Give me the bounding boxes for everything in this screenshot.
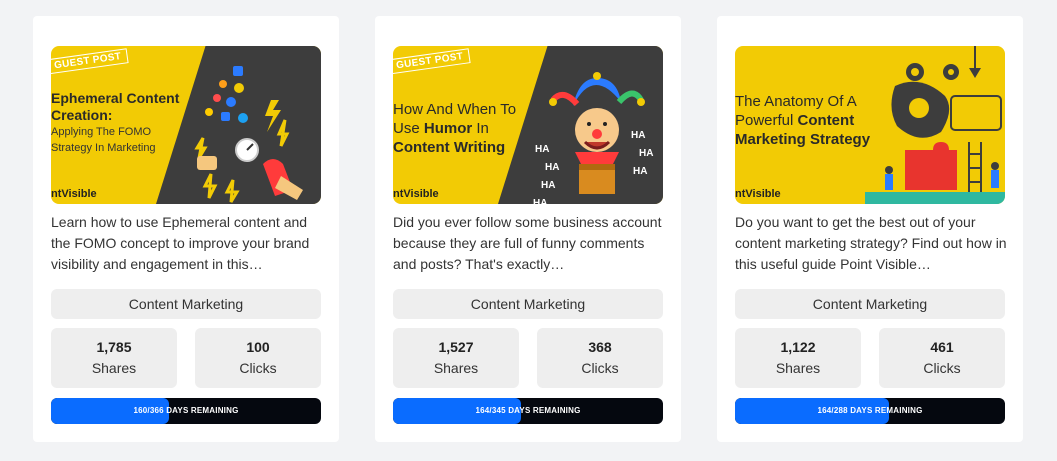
progress-text: 164/288 DAYS REMAINING xyxy=(817,406,923,415)
article-thumbnail[interactable]: The Anatomy Of A Powerful Content Market… xyxy=(735,46,1005,204)
guest-post-tag: GUEST POST xyxy=(51,48,130,75)
category-chip[interactable]: Content Marketing xyxy=(393,289,663,319)
jester-illustration-icon: HA HA HA HA HA HA HA xyxy=(533,72,653,204)
clicks-label: Clicks xyxy=(923,360,961,376)
thumbnail-headline: How And When To Use Humor In Content Wri… xyxy=(393,100,533,157)
clicks-label: Clicks xyxy=(239,360,277,376)
laugh-text: HA xyxy=(533,198,547,204)
puzzle-gears-illustration-icon xyxy=(865,46,1005,204)
laugh-text: HA xyxy=(631,130,645,141)
days-remaining-progress: 160/366 DAYS REMAINING xyxy=(51,398,321,424)
days-remaining-progress: 164/345 DAYS REMAINING xyxy=(393,398,663,424)
category-chip[interactable]: Content Marketing xyxy=(51,289,321,319)
laugh-text: HA xyxy=(535,144,549,155)
article-description: Learn how to use Ephemeral content and t… xyxy=(51,214,310,272)
laugh-text: HA xyxy=(639,148,653,159)
shares-stat: 1,122 Shares xyxy=(735,328,861,388)
clicks-count: 461 xyxy=(930,339,954,355)
article-description: Did you ever follow some business accoun… xyxy=(393,214,662,272)
brand-logo: ntVisible xyxy=(735,188,781,200)
headline-mid: In xyxy=(476,120,489,137)
shares-count: 1,122 xyxy=(780,339,816,355)
headline-rest: Applying The FOMO Strategy In Marketing xyxy=(51,126,156,154)
thumbnail-headline: The Anatomy Of A Powerful Content Market… xyxy=(735,92,885,149)
clicks-stat: 461 Clicks xyxy=(879,328,1005,388)
shares-stat: 1,785 Shares xyxy=(51,328,177,388)
headline-bold: Ephemeral Content Creation: xyxy=(51,90,180,123)
shares-count: 1,785 xyxy=(96,339,132,355)
article-description: Do you want to get the best out of your … xyxy=(735,214,1007,272)
article-thumbnail[interactable]: GUEST POST Ephemeral Content Creation: A… xyxy=(51,46,321,204)
clicks-stat: 368 Clicks xyxy=(537,328,663,388)
article-card[interactable]: GUEST POST Ephemeral Content Creation: A… xyxy=(33,16,339,442)
clicks-count: 100 xyxy=(246,339,270,355)
article-thumbnail[interactable]: GUEST POST How And When To Use Humor In … xyxy=(393,46,663,204)
social-media-illustration-icon xyxy=(194,66,303,203)
clicks-stat: 100 Clicks xyxy=(195,328,321,388)
clicks-label: Clicks xyxy=(581,360,619,376)
headline-bold-2: Content Writing xyxy=(393,139,506,156)
shares-label: Shares xyxy=(91,360,137,376)
article-card[interactable]: The Anatomy Of A Powerful Content Market… xyxy=(717,16,1023,442)
clicks-count: 368 xyxy=(588,339,612,355)
progress-text: 160/366 DAYS REMAINING xyxy=(133,406,239,415)
laugh-text: HA xyxy=(541,180,555,191)
thumbnail-headline: Ephemeral Content Creation: Applying The… xyxy=(51,90,191,156)
shares-stat: 1,527 Shares xyxy=(393,328,519,388)
shares-count: 1,527 xyxy=(438,339,474,355)
guest-post-tag: GUEST POST xyxy=(393,48,472,75)
shares-label: Shares xyxy=(433,360,479,376)
brand-logo: ntVisible xyxy=(51,188,97,200)
laugh-text: HA xyxy=(633,166,647,177)
headline-bold: Humor xyxy=(423,120,473,137)
days-remaining-progress: 164/288 DAYS REMAINING xyxy=(735,398,1005,424)
category-chip[interactable]: Content Marketing xyxy=(735,289,1005,319)
progress-text: 164/345 DAYS REMAINING xyxy=(475,406,581,415)
article-card[interactable]: GUEST POST How And When To Use Humor In … xyxy=(375,16,681,442)
shares-label: Shares xyxy=(775,360,821,376)
laugh-text: HA xyxy=(545,162,559,173)
brand-logo: ntVisible xyxy=(393,188,439,200)
article-grid: GUEST POST Ephemeral Content Creation: A… xyxy=(33,16,1023,442)
